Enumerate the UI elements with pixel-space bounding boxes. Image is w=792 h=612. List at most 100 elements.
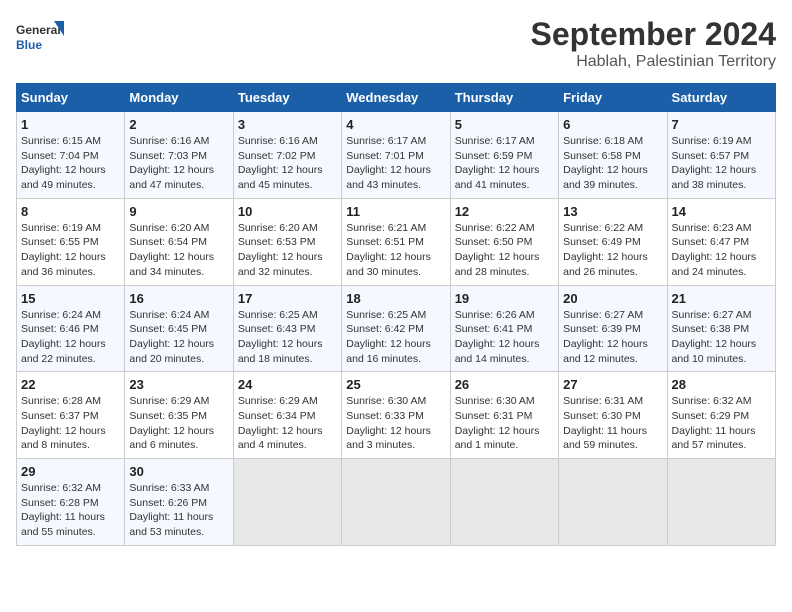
day-number: 21 xyxy=(672,291,771,306)
weekday-header: Saturday xyxy=(667,84,775,112)
day-detail: Sunrise: 6:30 AM Sunset: 6:31 PM Dayligh… xyxy=(455,394,554,453)
calendar-cell: 20 Sunrise: 6:27 AM Sunset: 6:39 PM Dayl… xyxy=(559,285,667,372)
calendar-week-row: 22 Sunrise: 6:28 AM Sunset: 6:37 PM Dayl… xyxy=(17,372,776,459)
day-number: 4 xyxy=(346,117,445,132)
day-number: 1 xyxy=(21,117,120,132)
calendar-cell xyxy=(233,459,341,546)
day-number: 13 xyxy=(563,204,662,219)
calendar-cell: 29 Sunrise: 6:32 AM Sunset: 6:28 PM Dayl… xyxy=(17,459,125,546)
calendar-cell: 15 Sunrise: 6:24 AM Sunset: 6:46 PM Dayl… xyxy=(17,285,125,372)
calendar-cell: 1 Sunrise: 6:15 AM Sunset: 7:04 PM Dayli… xyxy=(17,112,125,199)
calendar-cell: 2 Sunrise: 6:16 AM Sunset: 7:03 PM Dayli… xyxy=(125,112,233,199)
day-number: 16 xyxy=(129,291,228,306)
day-detail: Sunrise: 6:15 AM Sunset: 7:04 PM Dayligh… xyxy=(21,134,120,193)
month-title: September 2024 xyxy=(531,16,776,53)
day-number: 3 xyxy=(238,117,337,132)
calendar-week-row: 15 Sunrise: 6:24 AM Sunset: 6:46 PM Dayl… xyxy=(17,285,776,372)
day-number: 15 xyxy=(21,291,120,306)
day-detail: Sunrise: 6:32 AM Sunset: 6:29 PM Dayligh… xyxy=(672,394,771,453)
day-number: 25 xyxy=(346,377,445,392)
day-detail: Sunrise: 6:28 AM Sunset: 6:37 PM Dayligh… xyxy=(21,394,120,453)
day-detail: Sunrise: 6:27 AM Sunset: 6:38 PM Dayligh… xyxy=(672,308,771,367)
day-detail: Sunrise: 6:32 AM Sunset: 6:28 PM Dayligh… xyxy=(21,481,120,540)
calendar-cell: 23 Sunrise: 6:29 AM Sunset: 6:35 PM Dayl… xyxy=(125,372,233,459)
day-number: 17 xyxy=(238,291,337,306)
calendar-cell: 30 Sunrise: 6:33 AM Sunset: 6:26 PM Dayl… xyxy=(125,459,233,546)
day-detail: Sunrise: 6:16 AM Sunset: 7:02 PM Dayligh… xyxy=(238,134,337,193)
logo: General Blue xyxy=(16,16,66,61)
day-detail: Sunrise: 6:26 AM Sunset: 6:41 PM Dayligh… xyxy=(455,308,554,367)
day-number: 11 xyxy=(346,204,445,219)
svg-text:Blue: Blue xyxy=(16,38,42,52)
day-detail: Sunrise: 6:17 AM Sunset: 6:59 PM Dayligh… xyxy=(455,134,554,193)
calendar-cell: 24 Sunrise: 6:29 AM Sunset: 6:34 PM Dayl… xyxy=(233,372,341,459)
calendar-table: SundayMondayTuesdayWednesdayThursdayFrid… xyxy=(16,83,776,546)
weekday-header: Friday xyxy=(559,84,667,112)
day-detail: Sunrise: 6:27 AM Sunset: 6:39 PM Dayligh… xyxy=(563,308,662,367)
weekday-header: Tuesday xyxy=(233,84,341,112)
calendar-cell: 13 Sunrise: 6:22 AM Sunset: 6:49 PM Dayl… xyxy=(559,198,667,285)
day-number: 27 xyxy=(563,377,662,392)
calendar-cell: 25 Sunrise: 6:30 AM Sunset: 6:33 PM Dayl… xyxy=(342,372,450,459)
calendar-cell: 17 Sunrise: 6:25 AM Sunset: 6:43 PM Dayl… xyxy=(233,285,341,372)
svg-text:General: General xyxy=(16,23,61,37)
calendar-cell: 3 Sunrise: 6:16 AM Sunset: 7:02 PM Dayli… xyxy=(233,112,341,199)
calendar-week-row: 8 Sunrise: 6:19 AM Sunset: 6:55 PM Dayli… xyxy=(17,198,776,285)
calendar-cell xyxy=(450,459,558,546)
calendar-cell: 11 Sunrise: 6:21 AM Sunset: 6:51 PM Dayl… xyxy=(342,198,450,285)
day-number: 22 xyxy=(21,377,120,392)
calendar-cell: 21 Sunrise: 6:27 AM Sunset: 6:38 PM Dayl… xyxy=(667,285,775,372)
day-detail: Sunrise: 6:16 AM Sunset: 7:03 PM Dayligh… xyxy=(129,134,228,193)
calendar-cell: 16 Sunrise: 6:24 AM Sunset: 6:45 PM Dayl… xyxy=(125,285,233,372)
calendar-cell: 9 Sunrise: 6:20 AM Sunset: 6:54 PM Dayli… xyxy=(125,198,233,285)
day-number: 9 xyxy=(129,204,228,219)
weekday-header: Sunday xyxy=(17,84,125,112)
day-number: 5 xyxy=(455,117,554,132)
day-number: 6 xyxy=(563,117,662,132)
day-number: 20 xyxy=(563,291,662,306)
calendar-cell: 27 Sunrise: 6:31 AM Sunset: 6:30 PM Dayl… xyxy=(559,372,667,459)
day-number: 24 xyxy=(238,377,337,392)
day-detail: Sunrise: 6:23 AM Sunset: 6:47 PM Dayligh… xyxy=(672,221,771,280)
weekday-header: Thursday xyxy=(450,84,558,112)
calendar-cell: 8 Sunrise: 6:19 AM Sunset: 6:55 PM Dayli… xyxy=(17,198,125,285)
weekday-header: Wednesday xyxy=(342,84,450,112)
day-detail: Sunrise: 6:25 AM Sunset: 6:42 PM Dayligh… xyxy=(346,308,445,367)
day-number: 14 xyxy=(672,204,771,219)
calendar-cell: 26 Sunrise: 6:30 AM Sunset: 6:31 PM Dayl… xyxy=(450,372,558,459)
day-number: 7 xyxy=(672,117,771,132)
day-detail: Sunrise: 6:25 AM Sunset: 6:43 PM Dayligh… xyxy=(238,308,337,367)
calendar-cell: 22 Sunrise: 6:28 AM Sunset: 6:37 PM Dayl… xyxy=(17,372,125,459)
day-number: 23 xyxy=(129,377,228,392)
weekday-header-row: SundayMondayTuesdayWednesdayThursdayFrid… xyxy=(17,84,776,112)
calendar-cell: 28 Sunrise: 6:32 AM Sunset: 6:29 PM Dayl… xyxy=(667,372,775,459)
day-number: 29 xyxy=(21,464,120,479)
calendar-cell xyxy=(559,459,667,546)
calendar-cell xyxy=(342,459,450,546)
day-detail: Sunrise: 6:24 AM Sunset: 6:46 PM Dayligh… xyxy=(21,308,120,367)
day-detail: Sunrise: 6:30 AM Sunset: 6:33 PM Dayligh… xyxy=(346,394,445,453)
day-detail: Sunrise: 6:21 AM Sunset: 6:51 PM Dayligh… xyxy=(346,221,445,280)
day-detail: Sunrise: 6:24 AM Sunset: 6:45 PM Dayligh… xyxy=(129,308,228,367)
calendar-cell: 19 Sunrise: 6:26 AM Sunset: 6:41 PM Dayl… xyxy=(450,285,558,372)
day-number: 12 xyxy=(455,204,554,219)
calendar-cell: 10 Sunrise: 6:20 AM Sunset: 6:53 PM Dayl… xyxy=(233,198,341,285)
calendar-cell: 4 Sunrise: 6:17 AM Sunset: 7:01 PM Dayli… xyxy=(342,112,450,199)
day-detail: Sunrise: 6:31 AM Sunset: 6:30 PM Dayligh… xyxy=(563,394,662,453)
day-detail: Sunrise: 6:29 AM Sunset: 6:34 PM Dayligh… xyxy=(238,394,337,453)
day-number: 26 xyxy=(455,377,554,392)
location-title: Hablah, Palestinian Territory xyxy=(531,53,776,71)
header: General Blue September 2024 Hablah, Pale… xyxy=(16,16,776,71)
day-detail: Sunrise: 6:22 AM Sunset: 6:50 PM Dayligh… xyxy=(455,221,554,280)
day-detail: Sunrise: 6:20 AM Sunset: 6:53 PM Dayligh… xyxy=(238,221,337,280)
day-number: 10 xyxy=(238,204,337,219)
calendar-week-row: 29 Sunrise: 6:32 AM Sunset: 6:28 PM Dayl… xyxy=(17,459,776,546)
day-detail: Sunrise: 6:29 AM Sunset: 6:35 PM Dayligh… xyxy=(129,394,228,453)
calendar-cell: 7 Sunrise: 6:19 AM Sunset: 6:57 PM Dayli… xyxy=(667,112,775,199)
calendar-cell xyxy=(667,459,775,546)
calendar-cell: 6 Sunrise: 6:18 AM Sunset: 6:58 PM Dayli… xyxy=(559,112,667,199)
calendar-cell: 12 Sunrise: 6:22 AM Sunset: 6:50 PM Dayl… xyxy=(450,198,558,285)
day-detail: Sunrise: 6:19 AM Sunset: 6:55 PM Dayligh… xyxy=(21,221,120,280)
calendar-week-row: 1 Sunrise: 6:15 AM Sunset: 7:04 PM Dayli… xyxy=(17,112,776,199)
day-number: 19 xyxy=(455,291,554,306)
